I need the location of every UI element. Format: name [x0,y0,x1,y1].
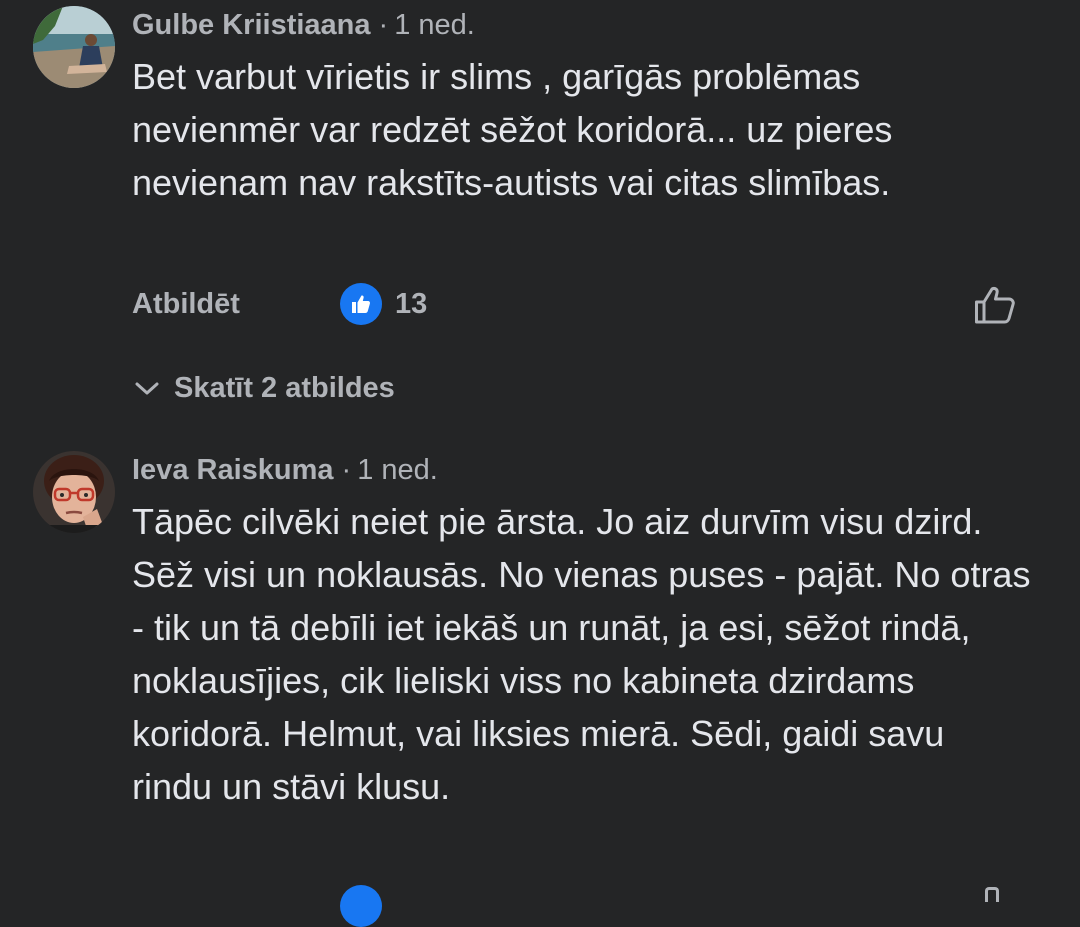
like-icon [340,283,382,325]
thumbs-up-outline-icon [975,287,1015,324]
avatar[interactable] [33,451,115,533]
meta-separator: · [378,9,389,41]
comment-time[interactable]: 1 ned. [357,454,438,486]
meta-separator: · [341,454,352,486]
reaction-count: 13 [395,287,428,320]
comment-meta: Gulbe Kriistiaana · 1 ned. [132,8,475,42]
chevron-down-icon [135,382,159,394]
like-button[interactable] [974,285,1016,330]
thumbs-up-outline-icon[interactable] [985,887,999,902]
view-replies-label: Skatīt 2 atbildes [174,372,395,404]
reaction-summary[interactable]: 13 [340,283,427,325]
like-icon [340,885,382,927]
reply-button[interactable]: Atbildēt [132,288,240,321]
avatar-photo [33,6,115,88]
comment-author[interactable]: Ieva Raiskuma [132,454,334,486]
comment-meta: Ieva Raiskuma · 1 ned. [132,453,438,487]
comment-author[interactable]: Gulbe Kriistiaana [132,9,371,41]
comment-text: Bet varbut vīrietis ir slims , garīgās p… [132,56,893,203]
avatar[interactable] [33,6,115,88]
comment-text: Tāpēc cilvēki neiet pie ārsta. Jo aiz du… [132,501,1031,807]
view-replies-button[interactable]: Skatīt 2 atbildes [134,372,395,405]
comment-time[interactable]: 1 ned. [394,9,475,41]
avatar-photo [33,451,115,533]
